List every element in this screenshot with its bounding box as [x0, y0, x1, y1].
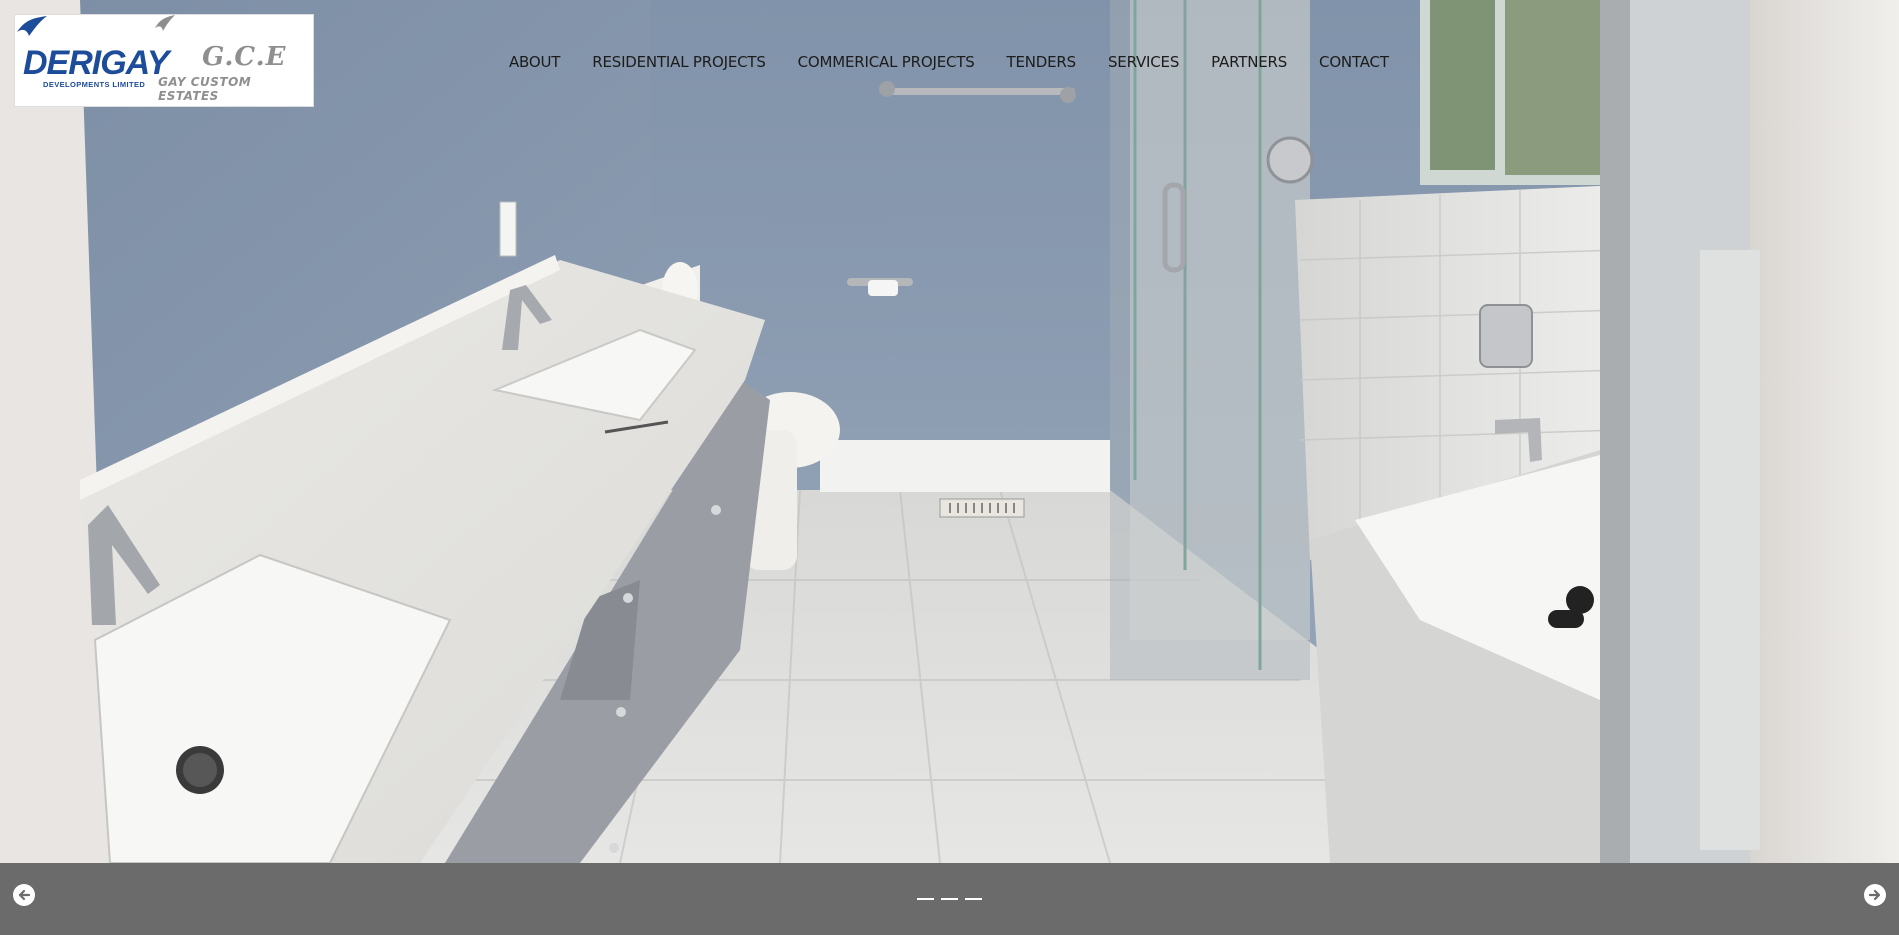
bird-icon — [17, 16, 47, 36]
nav-partners[interactable]: PARTNERS — [1211, 53, 1287, 71]
logo-brand-right: G.C.E — [202, 42, 287, 72]
nav-residential-projects[interactable]: RESIDENTIAL PROJECTS — [592, 53, 766, 71]
nav-tenders[interactable]: TENDERS — [1007, 53, 1077, 71]
derigay-logo: DERIGAY DEVELOPMENTS LIMITED — [15, 14, 169, 107]
site-logo[interactable]: DERIGAY DEVELOPMENTS LIMITED G.C.E GAY C… — [14, 14, 314, 107]
bird-icon — [155, 15, 176, 31]
slider-indicator[interactable] — [941, 898, 958, 900]
arrow-left-icon — [18, 889, 31, 901]
logo-brand-left: DERIGAY — [23, 44, 169, 82]
nav-contact[interactable]: CONTACT — [1319, 53, 1389, 71]
logo-brand-left-sub: DEVELOPMENTS LIMITED — [43, 80, 146, 89]
nav-commercial-projects[interactable]: COMMERICAL PROJECTS — [798, 53, 975, 71]
slider-next-button[interactable] — [1864, 884, 1886, 906]
hero-slide-image: DERIGAY DEVELOPMENTS LIMITED G.C.E GAY C… — [0, 0, 1899, 863]
gce-logo: G.C.E GAY CUSTOM ESTATES — [154, 14, 313, 107]
logo-brand-right-sub: GAY CUSTOM ESTATES — [158, 75, 252, 103]
slider-indicator[interactable] — [917, 898, 934, 900]
slider-controls — [0, 863, 1899, 935]
nav-about[interactable]: ABOUT — [509, 53, 560, 71]
slider-prev-button[interactable] — [13, 884, 35, 906]
slider-indicator[interactable] — [965, 898, 982, 900]
arrow-right-icon — [1868, 889, 1881, 901]
slider-indicators — [917, 898, 982, 900]
bathroom-photo — [0, 0, 1899, 863]
main-nav: ABOUT RESIDENTIAL PROJECTS COMMERICAL PR… — [509, 52, 1389, 72]
nav-services[interactable]: SERVICES — [1108, 53, 1179, 71]
